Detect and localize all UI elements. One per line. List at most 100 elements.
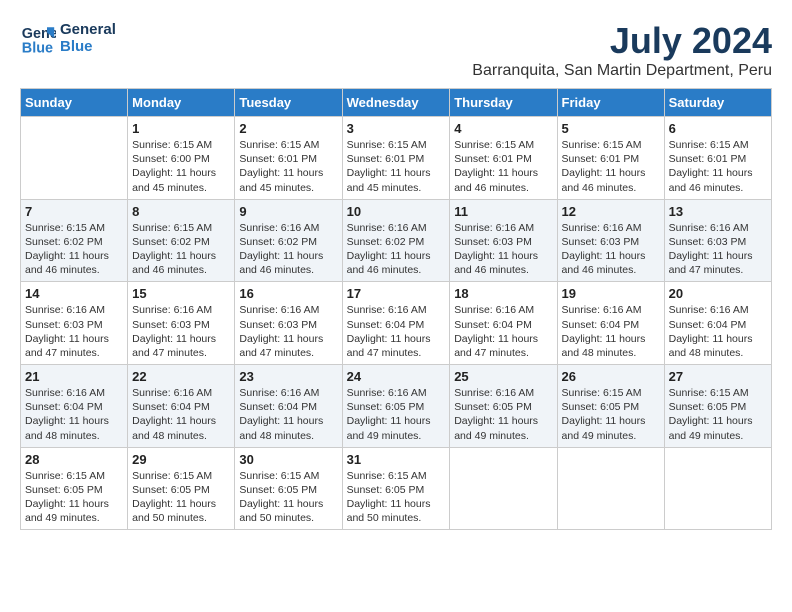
day-info: Sunrise: 6:15 AM Sunset: 6:05 PM Dayligh… <box>132 469 230 526</box>
header: General Blue General Blue July 2024 Barr… <box>20 20 772 80</box>
day-number: 29 <box>132 452 230 467</box>
calendar-cell <box>557 447 664 530</box>
week-row-4: 21 Sunrise: 6:16 AM Sunset: 6:04 PM Dayli… <box>21 365 772 448</box>
calendar-cell: 29 Sunrise: 6:15 AM Sunset: 6:05 PM Dayli… <box>128 447 235 530</box>
calendar-cell: 5 Sunrise: 6:15 AM Sunset: 6:01 PM Daylig… <box>557 117 664 200</box>
day-info: Sunrise: 6:15 AM Sunset: 6:05 PM Dayligh… <box>239 469 337 526</box>
svg-text:Blue: Blue <box>22 40 53 56</box>
day-number: 25 <box>454 369 552 384</box>
day-number: 19 <box>562 286 660 301</box>
day-number: 2 <box>239 121 337 136</box>
day-number: 5 <box>562 121 660 136</box>
calendar-cell: 21 Sunrise: 6:16 AM Sunset: 6:04 PM Dayli… <box>21 365 128 448</box>
calendar-cell: 17 Sunrise: 6:16 AM Sunset: 6:04 PM Dayli… <box>342 282 450 365</box>
day-header-saturday: Saturday <box>664 89 771 117</box>
day-number: 28 <box>25 452 123 467</box>
calendar-cell: 8Sunrise: 6:15 AM Sunset: 6:02 PM Daylig… <box>128 199 235 282</box>
calendar-cell: 6Sunrise: 6:15 AM Sunset: 6:01 PM Daylig… <box>664 117 771 200</box>
day-number: 10 <box>347 204 446 219</box>
calendar-cell: 19Sunrise: 6:16 AM Sunset: 6:04 PM Dayli… <box>557 282 664 365</box>
day-number: 26 <box>562 369 660 384</box>
day-number: 31 <box>347 452 446 467</box>
calendar-cell: 4 Sunrise: 6:15 AM Sunset: 6:01 PM Daylig… <box>450 117 557 200</box>
day-number: 17 <box>347 286 446 301</box>
calendar-cell: 13 Sunrise: 6:16 AM Sunset: 6:03 PM Dayli… <box>664 199 771 282</box>
day-info: Sunrise: 6:15 AM Sunset: 6:02 PM Dayligh… <box>132 221 230 278</box>
day-number: 15 <box>132 286 230 301</box>
day-number: 30 <box>239 452 337 467</box>
week-row-1: 1 Sunrise: 6:15 AM Sunset: 6:00 PM Daylig… <box>21 117 772 200</box>
day-info: Sunrise: 6:15 AM Sunset: 6:01 PM Dayligh… <box>454 138 552 195</box>
day-number: 13 <box>669 204 767 219</box>
logo-line2: Blue <box>60 38 116 55</box>
calendar-cell: 2 Sunrise: 6:15 AM Sunset: 6:01 PM Daylig… <box>235 117 342 200</box>
calendar-cell: 16Sunrise: 6:16 AM Sunset: 6:03 PM Dayli… <box>235 282 342 365</box>
day-info: Sunrise: 6:15 AM Sunset: 6:01 PM Dayligh… <box>562 138 660 195</box>
day-info: Sunrise: 6:16 AM Sunset: 6:04 PM Dayligh… <box>454 303 552 360</box>
day-info: Sunrise: 6:16 AM Sunset: 6:04 PM Dayligh… <box>239 386 337 443</box>
day-number: 16 <box>239 286 337 301</box>
calendar-cell: 9 Sunrise: 6:16 AM Sunset: 6:02 PM Daylig… <box>235 199 342 282</box>
calendar-cell: 12 Sunrise: 6:16 AM Sunset: 6:03 PM Dayli… <box>557 199 664 282</box>
calendar-cell: 27 Sunrise: 6:15 AM Sunset: 6:05 PM Dayli… <box>664 365 771 448</box>
day-number: 27 <box>669 369 767 384</box>
day-info: Sunrise: 6:16 AM Sunset: 6:03 PM Dayligh… <box>454 221 552 278</box>
day-number: 4 <box>454 121 552 136</box>
day-info: Sunrise: 6:16 AM Sunset: 6:05 PM Dayligh… <box>454 386 552 443</box>
calendar-cell <box>450 447 557 530</box>
week-row-5: 28 Sunrise: 6:15 AM Sunset: 6:05 PM Dayli… <box>21 447 772 530</box>
day-info: Sunrise: 6:15 AM Sunset: 6:05 PM Dayligh… <box>669 386 767 443</box>
calendar-cell: 20 Sunrise: 6:16 AM Sunset: 6:04 PM Dayli… <box>664 282 771 365</box>
calendar-table: SundayMondayTuesdayWednesdayThursdayFrid… <box>20 88 772 530</box>
day-info: Sunrise: 6:16 AM Sunset: 6:03 PM Dayligh… <box>669 221 767 278</box>
day-info: Sunrise: 6:15 AM Sunset: 6:01 PM Dayligh… <box>347 138 446 195</box>
day-info: Sunrise: 6:16 AM Sunset: 6:03 PM Dayligh… <box>25 303 123 360</box>
calendar-cell: 28 Sunrise: 6:15 AM Sunset: 6:05 PM Dayli… <box>21 447 128 530</box>
day-number: 1 <box>132 121 230 136</box>
calendar-cell: 30 Sunrise: 6:15 AM Sunset: 6:05 PM Dayli… <box>235 447 342 530</box>
day-number: 6 <box>669 121 767 136</box>
day-number: 14 <box>25 286 123 301</box>
calendar-cell: 10 Sunrise: 6:16 AM Sunset: 6:02 PM Dayli… <box>342 199 450 282</box>
week-row-2: 7 Sunrise: 6:15 AM Sunset: 6:02 PM Daylig… <box>21 199 772 282</box>
day-number: 7 <box>25 204 123 219</box>
day-info: Sunrise: 6:15 AM Sunset: 6:02 PM Dayligh… <box>25 221 123 278</box>
calendar-cell: 15 Sunrise: 6:16 AM Sunset: 6:03 PM Dayli… <box>128 282 235 365</box>
calendar-cell: 26Sunrise: 6:15 AM Sunset: 6:05 PM Dayli… <box>557 365 664 448</box>
day-info: Sunrise: 6:16 AM Sunset: 6:02 PM Dayligh… <box>239 221 337 278</box>
title-area: July 2024 Barranquita, San Martin Depart… <box>472 20 772 80</box>
logo-line1: General <box>60 21 116 38</box>
calendar-cell <box>21 117 128 200</box>
day-number: 20 <box>669 286 767 301</box>
day-info: Sunrise: 6:16 AM Sunset: 6:04 PM Dayligh… <box>669 303 767 360</box>
day-info: Sunrise: 6:16 AM Sunset: 6:04 PM Dayligh… <box>25 386 123 443</box>
day-info: Sunrise: 6:15 AM Sunset: 6:01 PM Dayligh… <box>239 138 337 195</box>
day-info: Sunrise: 6:15 AM Sunset: 6:00 PM Dayligh… <box>132 138 230 195</box>
day-header-friday: Friday <box>557 89 664 117</box>
day-number: 11 <box>454 204 552 219</box>
day-number: 23 <box>239 369 337 384</box>
day-info: Sunrise: 6:16 AM Sunset: 6:02 PM Dayligh… <box>347 221 446 278</box>
calendar-cell: 14 Sunrise: 6:16 AM Sunset: 6:03 PM Dayli… <box>21 282 128 365</box>
day-number: 12 <box>562 204 660 219</box>
calendar-cell: 31Sunrise: 6:15 AM Sunset: 6:05 PM Dayli… <box>342 447 450 530</box>
day-info: Sunrise: 6:16 AM Sunset: 6:03 PM Dayligh… <box>132 303 230 360</box>
logo: General Blue General Blue <box>20 20 116 56</box>
calendar-cell: 1 Sunrise: 6:15 AM Sunset: 6:00 PM Daylig… <box>128 117 235 200</box>
day-info: Sunrise: 6:16 AM Sunset: 6:03 PM Dayligh… <box>562 221 660 278</box>
calendar-cell: 18 Sunrise: 6:16 AM Sunset: 6:04 PM Dayli… <box>450 282 557 365</box>
day-info: Sunrise: 6:16 AM Sunset: 6:04 PM Dayligh… <box>347 303 446 360</box>
calendar-cell: 7 Sunrise: 6:15 AM Sunset: 6:02 PM Daylig… <box>21 199 128 282</box>
day-info: Sunrise: 6:16 AM Sunset: 6:05 PM Dayligh… <box>347 386 446 443</box>
calendar-cell: 22Sunrise: 6:16 AM Sunset: 6:04 PM Dayli… <box>128 365 235 448</box>
week-row-3: 14 Sunrise: 6:16 AM Sunset: 6:03 PM Dayli… <box>21 282 772 365</box>
day-number: 18 <box>454 286 552 301</box>
calendar-cell: 23 Sunrise: 6:16 AM Sunset: 6:04 PM Dayli… <box>235 365 342 448</box>
day-info: Sunrise: 6:15 AM Sunset: 6:05 PM Dayligh… <box>25 469 123 526</box>
calendar-cell: 25 Sunrise: 6:16 AM Sunset: 6:05 PM Dayli… <box>450 365 557 448</box>
day-number: 21 <box>25 369 123 384</box>
logo-icon: General Blue <box>20 20 56 56</box>
day-number: 9 <box>239 204 337 219</box>
header-row: SundayMondayTuesdayWednesdayThursdayFrid… <box>21 89 772 117</box>
day-header-monday: Monday <box>128 89 235 117</box>
